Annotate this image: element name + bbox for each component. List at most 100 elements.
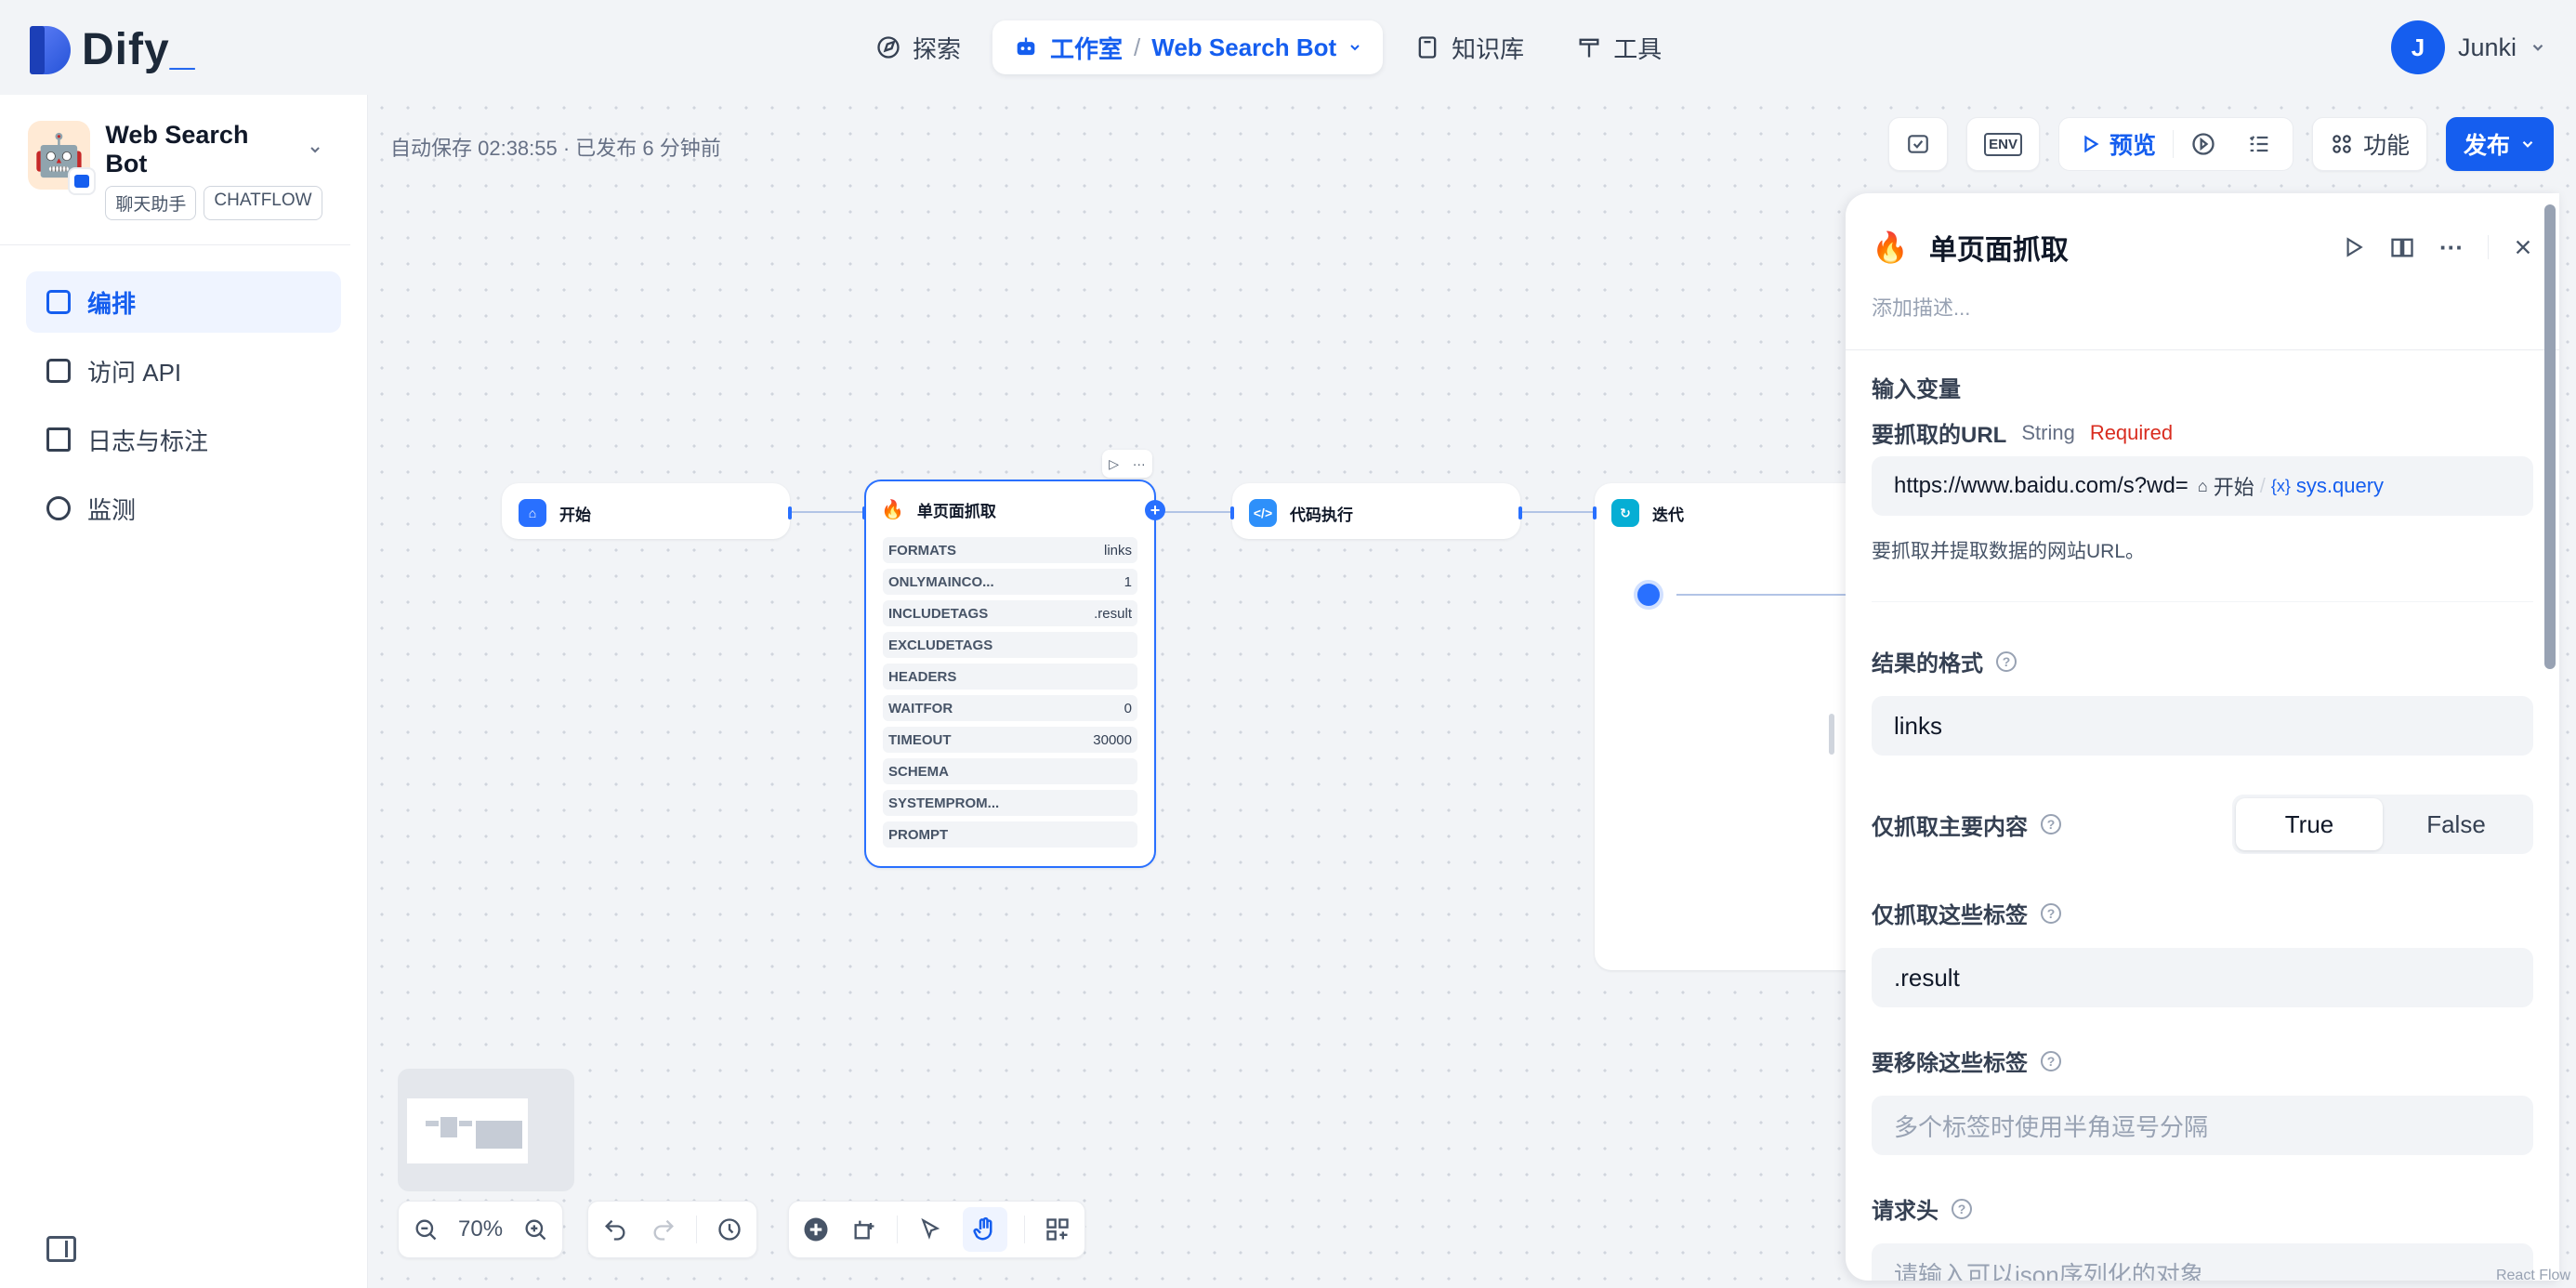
avatar[interactable]: J [2390, 20, 2445, 74]
user-menu[interactable]: J Junki [2390, 20, 2546, 74]
list-check-icon [2249, 136, 2268, 152]
zoom-in-icon[interactable] [519, 1214, 551, 1245]
autosave-status: 自动保存 02:38:55 · 已发布 6 分钟前 [390, 137, 721, 160]
run-step-icon[interactable] [2341, 235, 2365, 259]
sidebar-item-label: 日志与标注 [87, 427, 209, 455]
node-input-handle[interactable] [1593, 506, 1597, 519]
node-output-handle[interactable] [788, 506, 792, 519]
nav-tools-label: 工具 [1613, 34, 1663, 63]
node-param-list: FORMATS links ONLYMAINCO... 1 INCLUDETAGS.… [866, 537, 1154, 859]
only-main-label: 仅抓取主要内容 [1872, 814, 2028, 840]
book-open-icon[interactable] [2389, 234, 2415, 260]
sidebar-item-monitor[interactable]: 监测 [26, 478, 341, 539]
dify-logo[interactable]: Dify_ [30, 24, 195, 75]
zoom-out-icon[interactable] [410, 1214, 441, 1245]
param-row: TIMEOUT 30000 [883, 727, 1137, 753]
checklist-button[interactable] [1888, 117, 1949, 171]
help-icon[interactable]: ? [1952, 1198, 1972, 1219]
add-node-icon[interactable] [800, 1214, 832, 1245]
close-icon[interactable] [2513, 237, 2533, 257]
sidebar-item-label: 编排 [87, 289, 137, 318]
node-title: 开始 [559, 506, 591, 524]
app-sidebar: 🤖 Web Search Bot 聊天助手 CHATFLOW 编排 访问 API… [0, 95, 368, 1288]
nav-explore[interactable]: 探索 [855, 20, 981, 74]
toggle-true[interactable]: True [2236, 798, 2383, 850]
resize-handle[interactable] [1829, 714, 1834, 755]
version-history-icon[interactable] [714, 1214, 745, 1245]
param-row: FORMATS links [883, 537, 1137, 563]
toggle-false[interactable]: False [2383, 798, 2530, 850]
help-icon[interactable]: ? [2041, 902, 2061, 924]
hand-icon[interactable] [963, 1207, 1007, 1252]
nav-knowledge[interactable]: 知识库 [1394, 20, 1544, 74]
help-icon[interactable]: ? [1996, 651, 2017, 672]
edge-scrape-code[interactable] [1156, 511, 1230, 513]
help-icon[interactable]: ? [2041, 1050, 2061, 1071]
minimap[interactable] [398, 1069, 574, 1191]
app-mode-badge: 聊天助手 [105, 186, 197, 220]
sidebar-menu: 编排 访问 API 日志与标注 监测 [0, 245, 367, 565]
sidebar-item-orchestrate[interactable]: 编排 [26, 271, 341, 333]
url-input[interactable]: https://www.baidu.com/s?wd= ⌂ 开始 / {x} s… [1872, 456, 2533, 516]
node-output-handle[interactable] [1518, 506, 1522, 519]
organize-icon[interactable] [1042, 1214, 1073, 1245]
nav-studio[interactable]: 工作室 / Web Search Bot [992, 20, 1384, 74]
add-node-icon[interactable]: + [1145, 500, 1165, 520]
exclude-tags-label: 要移除这些标签 [1872, 1051, 2028, 1076]
undo-icon[interactable] [599, 1214, 631, 1245]
description-input[interactable]: 添加描述... [1846, 268, 2559, 350]
checklist-toggle-button[interactable] [2233, 123, 2285, 165]
nav-current-app[interactable]: Web Search Bot [1151, 33, 1336, 62]
more-icon[interactable]: ··· [2439, 233, 2464, 262]
node-single-page-scrape[interactable]: 🔥 单页面抓取 FORMATS links ONLYMAINCO... 1 INCL… [862, 480, 1165, 868]
nav-tools[interactable]: 工具 [1556, 20, 1682, 74]
edge-code-iteration[interactable] [1520, 511, 1595, 513]
chevron-down-icon[interactable] [308, 141, 322, 158]
fire-icon: 🔥 [1872, 230, 1909, 264]
redo-icon[interactable] [648, 1214, 679, 1245]
node-input-handle[interactable] [862, 506, 866, 519]
dify-logo-icon [30, 25, 71, 74]
iteration-start-icon [1634, 580, 1663, 610]
chevron-down-icon[interactable] [1347, 40, 1362, 55]
preview-group: 预览 [2057, 117, 2293, 171]
run-history-button[interactable] [2177, 123, 2229, 165]
more-icon[interactable]: ··· [1133, 456, 1146, 471]
zoom-level[interactable]: 70% [458, 1216, 503, 1242]
add-note-icon[interactable] [848, 1214, 880, 1245]
react-flow-attribution[interactable]: React Flow [2496, 1268, 2570, 1284]
scrollbar[interactable] [2544, 204, 2556, 669]
user-name: Junki [2457, 33, 2517, 61]
features-button[interactable]: 功能 [2311, 117, 2427, 171]
pointer-icon[interactable] [914, 1214, 946, 1245]
sidebar-item-api[interactable]: 访问 API [26, 340, 341, 401]
headers-field[interactable]: 请输入可以json序列化的对象 [1872, 1243, 2533, 1281]
edge-start-scrape[interactable] [792, 511, 866, 513]
node-title: 代码执行 [1290, 506, 1353, 524]
sidebar-collapse-icon[interactable] [46, 1236, 76, 1262]
url-label: 要抓取的URL [1872, 423, 2007, 448]
node-input-handle[interactable] [1230, 506, 1234, 519]
node-iteration[interactable]: ↻ 迭代 [1593, 483, 1864, 970]
nav-separator: / [1134, 33, 1141, 61]
include-tags-label: 仅抓取这些标签 [1872, 903, 2028, 928]
help-icon[interactable]: ? [2041, 814, 2061, 835]
format-field[interactable]: links [1872, 696, 2533, 756]
env-icon: ENV [1984, 132, 2022, 156]
publish-button[interactable]: 发布 [2445, 117, 2554, 171]
env-button[interactable]: ENV [1966, 117, 2040, 171]
variable-tag[interactable]: ⌂ 开始 / {x} sys.query [2198, 471, 2384, 501]
app-header[interactable]: 🤖 Web Search Bot 聊天助手 CHATFLOW [0, 95, 350, 245]
node-start[interactable]: ⌂ 开始 [502, 483, 792, 539]
home-icon: ⌂ [519, 499, 546, 527]
check-list-icon [1908, 135, 1928, 153]
fire-icon: 🔥 [881, 499, 904, 520]
panel-title[interactable]: 单页面抓取 [1929, 227, 2320, 268]
exclude-tags-field[interactable]: 多个标签时使用半角逗号分隔 [1872, 1096, 2533, 1155]
run-node-icon[interactable]: ▷ [1109, 456, 1119, 472]
sidebar-item-logs[interactable]: 日志与标注 [26, 409, 341, 470]
app-name: Web Search Bot [105, 121, 249, 177]
preview-button[interactable]: 预览 [2067, 123, 2169, 165]
node-code[interactable]: </> 代码执行 [1230, 483, 1522, 539]
include-tags-field[interactable]: .result [1872, 948, 2533, 1007]
